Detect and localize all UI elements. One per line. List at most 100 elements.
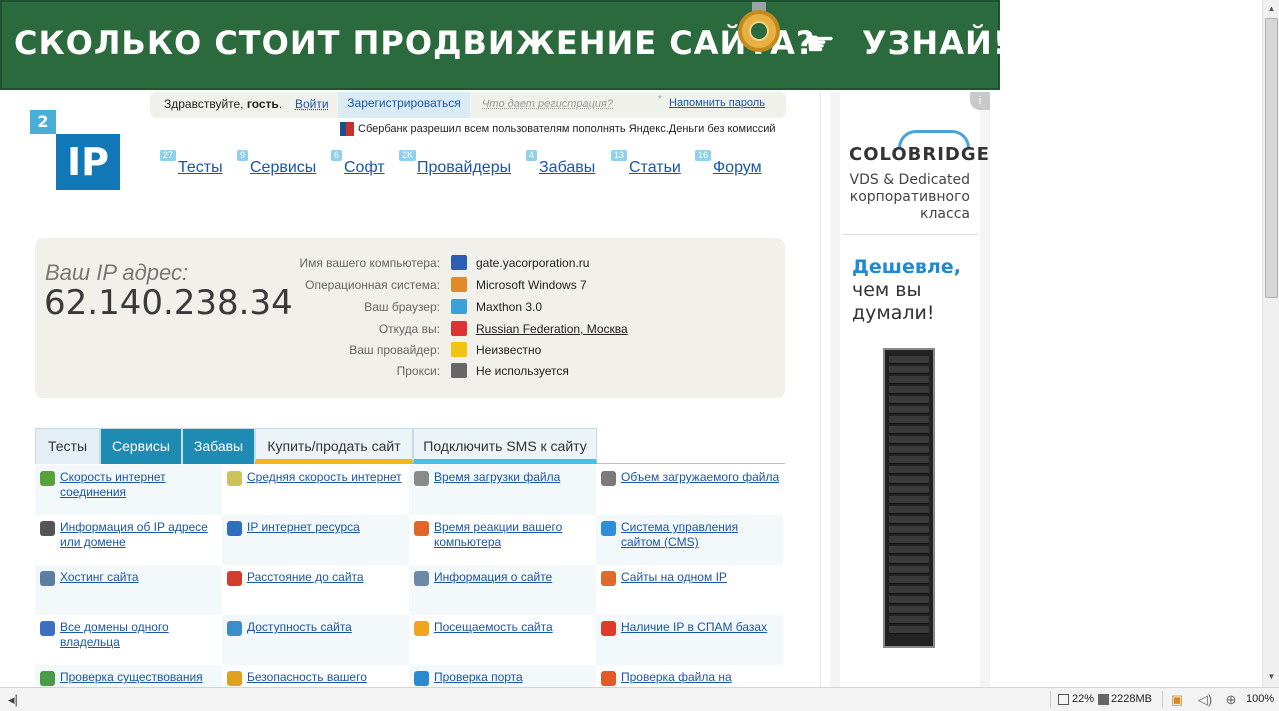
service-item[interactable]: Время загрузки файла <box>409 465 596 515</box>
service-link[interactable]: Время реакции вашего компьютера <box>434 520 594 550</box>
nav-label[interactable]: Статьи <box>629 159 681 177</box>
zoom-level[interactable]: 100% <box>1246 693 1274 705</box>
service-link[interactable]: Проверка порта <box>434 670 594 685</box>
tab-sms[interactable]: Подключить SMS к сайту <box>413 428 597 464</box>
login-link[interactable]: Войти <box>295 97 329 111</box>
document-icon <box>414 571 429 586</box>
rack-slot <box>889 356 929 364</box>
rack-slot <box>889 606 929 614</box>
tab-tests[interactable]: Тесты <box>35 428 100 464</box>
rack-slot <box>889 626 929 634</box>
banner-cta[interactable]: УЗНАЙ! <box>862 24 1008 62</box>
scroll-down-icon[interactable]: ▼ <box>1265 670 1278 684</box>
service-link[interactable]: Хостинг сайта <box>60 570 220 585</box>
scroll-thumb[interactable] <box>1265 18 1278 298</box>
service-item[interactable]: Информация о сайте <box>409 565 596 615</box>
nav-badge: 2K <box>399 150 417 161</box>
service-item[interactable]: Система управления сайтом (CMS) <box>596 515 783 565</box>
service-link[interactable]: Информация о сайте <box>434 570 594 585</box>
nav-badge: 6 <box>331 150 343 161</box>
service-item[interactable]: Объем загружаемого файла <box>596 465 783 515</box>
info-icon[interactable]: i <box>970 92 990 110</box>
logo-small[interactable]: 2 <box>30 110 56 134</box>
service-link[interactable]: Проверка файла на <box>621 670 781 685</box>
service-link[interactable]: Безопасность вашего <box>247 670 407 685</box>
ad-headline-rest: чем вы думали! <box>852 279 935 324</box>
info-value: Maxthon 3.0 <box>476 300 543 314</box>
ad-headline: Дешевле, чем вы думали! <box>852 256 972 325</box>
service-link[interactable]: Наличие IP в СПАМ базах <box>621 620 781 635</box>
service-link[interactable]: Расстояние до сайта <box>247 570 407 585</box>
notes-icon[interactable]: ▣ <box>1168 691 1186 708</box>
service-item[interactable]: Посещаемость сайта <box>409 615 596 665</box>
nav-label[interactable]: Софт <box>344 159 385 177</box>
scroll-up-icon[interactable]: ▲ <box>1265 2 1278 16</box>
speed-arrow-icon <box>40 471 55 486</box>
service-link[interactable]: IP интернет ресурса <box>247 520 407 535</box>
remind-marker-icon: * <box>658 94 662 105</box>
remind-password-link[interactable]: Напомнить пароль <box>669 97 765 109</box>
info-value[interactable]: Russian Federation, Москва <box>476 322 628 336</box>
service-link[interactable]: Информация об IP адресе или домене <box>60 520 220 550</box>
info-value: Неизвестно <box>476 343 542 357</box>
service-item[interactable]: Хостинг сайта <box>35 565 222 615</box>
news-ticker[interactable]: Сбербанк разрешил всем пользователям поп… <box>340 122 776 136</box>
service-item[interactable]: Наличие IP в СПАМ базах <box>596 615 783 665</box>
service-link[interactable]: Время загрузки файла <box>434 470 594 485</box>
tab-fun[interactable]: Забавы <box>182 428 255 464</box>
info-label: Ваш браузер: <box>364 300 440 314</box>
rack-slot <box>889 586 929 594</box>
service-item[interactable]: Средняя скорость интернет <box>222 465 409 515</box>
service-item[interactable]: Время реакции вашего компьютера <box>409 515 596 565</box>
tab-buy-sell-site[interactable]: Купить/продать сайт <box>255 428 413 464</box>
service-item[interactable]: Все домены одного владельца <box>35 615 222 665</box>
nav-label[interactable]: Сервисы <box>250 159 316 177</box>
service-item[interactable]: Информация об IP адресе или домене <box>35 515 222 565</box>
service-item[interactable]: Расстояние до сайта <box>222 565 409 615</box>
service-link[interactable]: Средняя скорость интернет <box>247 470 407 485</box>
greeting: Здравствуйте, гость. <box>164 97 282 111</box>
service-link[interactable]: Посещаемость сайта <box>434 620 594 635</box>
info-row: Ваш браузер: Maxthon 3.0 <box>185 297 785 317</box>
service-link[interactable]: Проверка существования <box>60 670 220 685</box>
top-ad-banner[interactable]: СКОЛЬКО СТОИТ ПРОДВИЖЕНИЕ САЙТА? ☛ УЗНАЙ… <box>0 0 1007 90</box>
nav-label[interactable]: Забавы <box>539 159 595 177</box>
service-item[interactable]: Сайты на одном IP <box>596 565 783 615</box>
banner-text: СКОЛЬКО СТОИТ ПРОДВИЖЕНИЕ САЙТА? <box>14 24 816 62</box>
logo-big[interactable]: IP <box>56 134 120 190</box>
service-item[interactable]: Проверка файла на <box>596 665 783 687</box>
rack-slot <box>889 476 929 484</box>
volume-icon[interactable]: ◁) <box>1196 691 1214 708</box>
vertical-scrollbar[interactable]: ▲ ▼ <box>1262 0 1279 687</box>
service-item[interactable]: Скорость интернет соединения <box>35 465 222 515</box>
register-button[interactable]: Зарегистрироваться <box>338 92 470 118</box>
info-row: Операционная система: Microsoft Windows 7 <box>185 275 785 295</box>
rack-slot <box>889 436 929 444</box>
tab-services[interactable]: Сервисы <box>100 428 182 464</box>
service-link[interactable]: Сайты на одном IP <box>621 570 781 585</box>
sidebar-toggle-icon[interactable]: ◂| <box>8 692 18 708</box>
rack-slot <box>889 446 929 454</box>
info-label: Прокси: <box>396 364 440 378</box>
nav-label[interactable]: Форум <box>713 159 762 177</box>
service-link[interactable]: Система управления сайтом (CMS) <box>621 520 781 550</box>
service-item[interactable]: Доступность сайта <box>222 615 409 665</box>
service-link[interactable]: Скорость интернет соединения <box>60 470 220 500</box>
service-item[interactable]: IP интернет ресурса <box>222 515 409 565</box>
status-divider <box>1050 691 1051 708</box>
nav-label[interactable]: Провайдеры <box>417 159 511 177</box>
nav-label[interactable]: Тесты <box>178 159 223 177</box>
service-link[interactable]: Доступность сайта <box>247 620 407 635</box>
info-label: Ваш провайдер: <box>349 343 440 357</box>
file-size-icon <box>601 471 616 486</box>
service-item[interactable]: Безопасность вашего <box>222 665 409 687</box>
news-text[interactable]: Сбербанк разрешил всем пользователям поп… <box>358 123 776 135</box>
service-item[interactable]: Проверка существования <box>35 665 222 687</box>
info-row: Откуда вы: Russian Federation, Москва <box>185 319 785 339</box>
ip-icon <box>40 521 55 536</box>
zoom-icon[interactable]: ⊕ <box>1222 691 1240 708</box>
why-register-link[interactable]: Что дает регистрация? <box>482 98 613 110</box>
service-link[interactable]: Все домены одного владельца <box>60 620 220 650</box>
service-link[interactable]: Объем загружаемого файла <box>621 470 781 485</box>
service-item[interactable]: Проверка порта <box>409 665 596 687</box>
